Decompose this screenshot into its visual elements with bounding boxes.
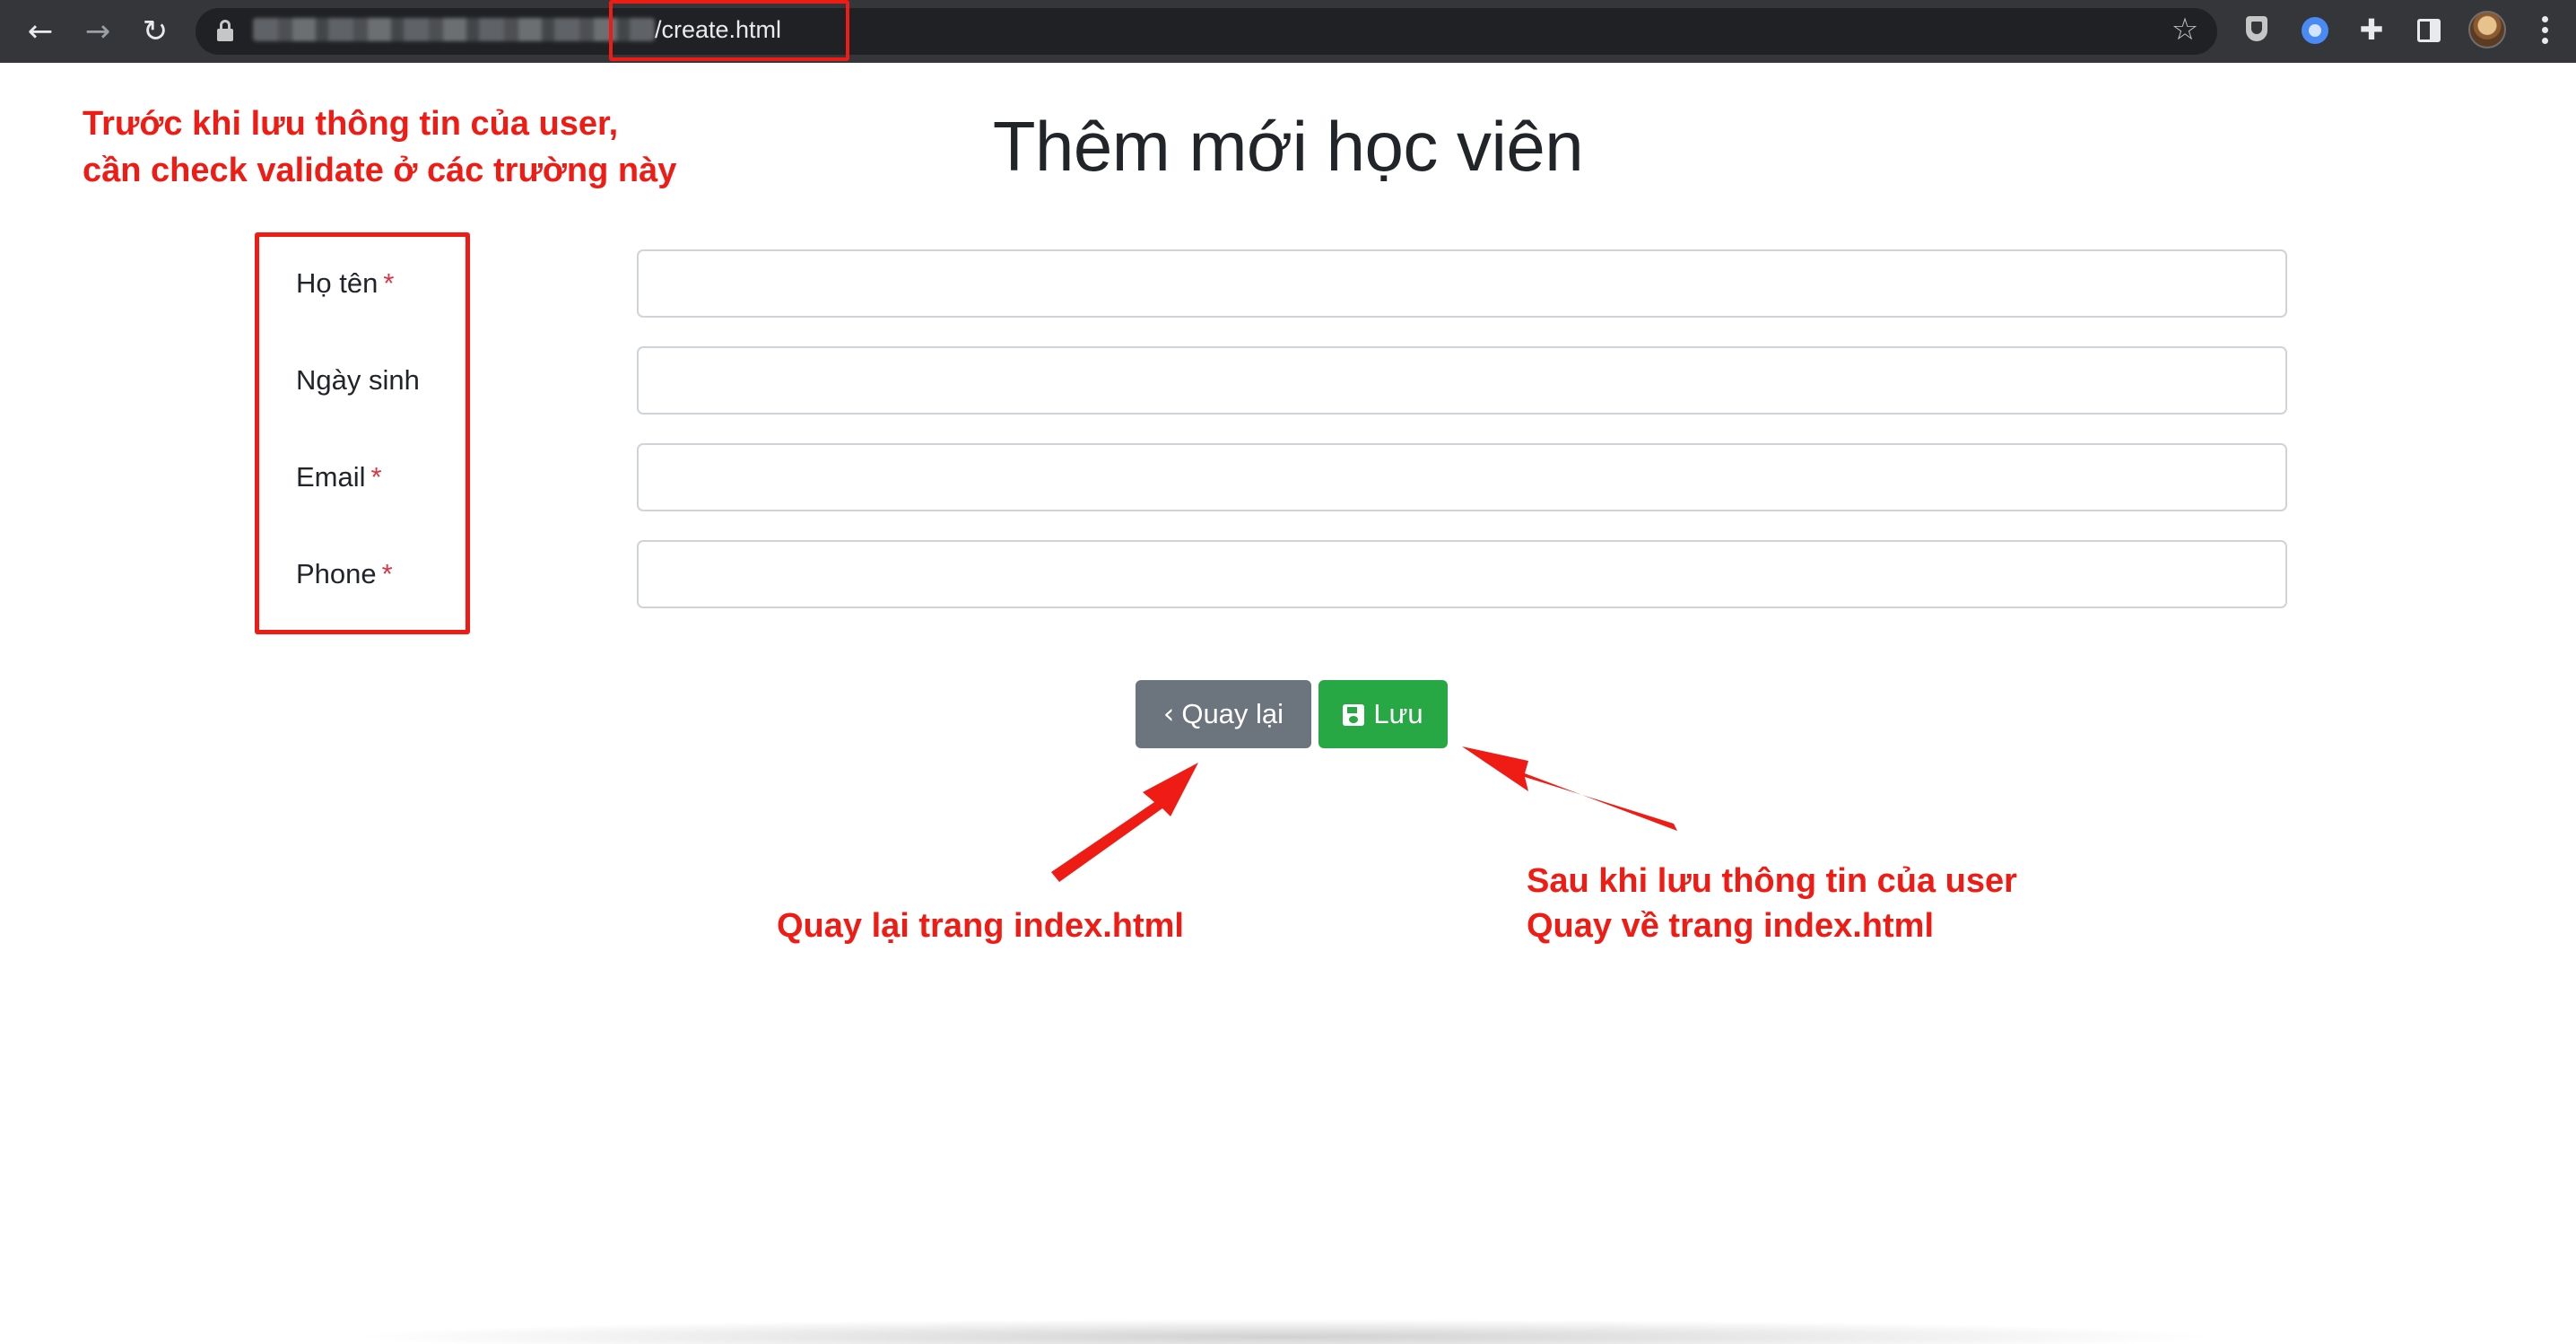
lock-icon[interactable] (217, 20, 233, 41)
annotation-back-note: Quay lại trang index.html (777, 907, 1184, 945)
validation-highlight-box (255, 232, 470, 634)
email-input[interactable] (637, 443, 2287, 511)
annotation-validate-line2: cần check validate ở các trường này (83, 152, 677, 189)
back-arrow-icon[interactable]: ← (18, 9, 63, 54)
more-menu-icon[interactable] (2542, 16, 2551, 48)
bookmark-star-icon[interactable]: ☆ (2167, 12, 2203, 48)
url-highlight-box (609, 0, 849, 61)
circle-extension-icon[interactable] (2296, 12, 2332, 48)
save-button-label: Lưu (1373, 698, 1423, 729)
save-button[interactable]: Lưu (1318, 680, 1448, 748)
floppy-disk-icon (1343, 704, 1365, 726)
blurred-hostname (253, 18, 655, 41)
annotation-save-note-line1: Sau khi lưu thông tin của user (1527, 862, 2017, 900)
back-button[interactable]: ‹ Quay lại (1136, 680, 1311, 748)
annotation-arrows (1051, 746, 1677, 882)
back-button-label: Quay lại (1181, 698, 1284, 729)
reload-icon[interactable]: ↻ (133, 9, 178, 54)
avatar[interactable] (2468, 11, 2506, 48)
shield-icon[interactable] (2239, 12, 2275, 48)
window-bottom-shadow (341, 1319, 2224, 1344)
ho-ten-input[interactable] (637, 249, 2287, 318)
arrow-to-save-button (1462, 746, 1677, 831)
forward-arrow-icon[interactable]: → (75, 9, 120, 54)
annotation-validate-line1: Trước khi lưu thông tin của user, (83, 105, 619, 143)
arrow-to-back-button (1051, 763, 1198, 882)
phone-input[interactable] (637, 540, 2287, 608)
ngay-sinh-input[interactable] (637, 346, 2287, 415)
chevron-left-icon: ‹ (1162, 698, 1175, 730)
puzzle-icon[interactable]: ✚ (2354, 12, 2389, 48)
side-panel-icon[interactable] (2411, 12, 2447, 48)
annotation-save-note-line2: Quay về trang index.html (1527, 907, 1934, 945)
browser-toolbar: ← → ↻ /create.html ☆ ✚ (0, 0, 2576, 63)
